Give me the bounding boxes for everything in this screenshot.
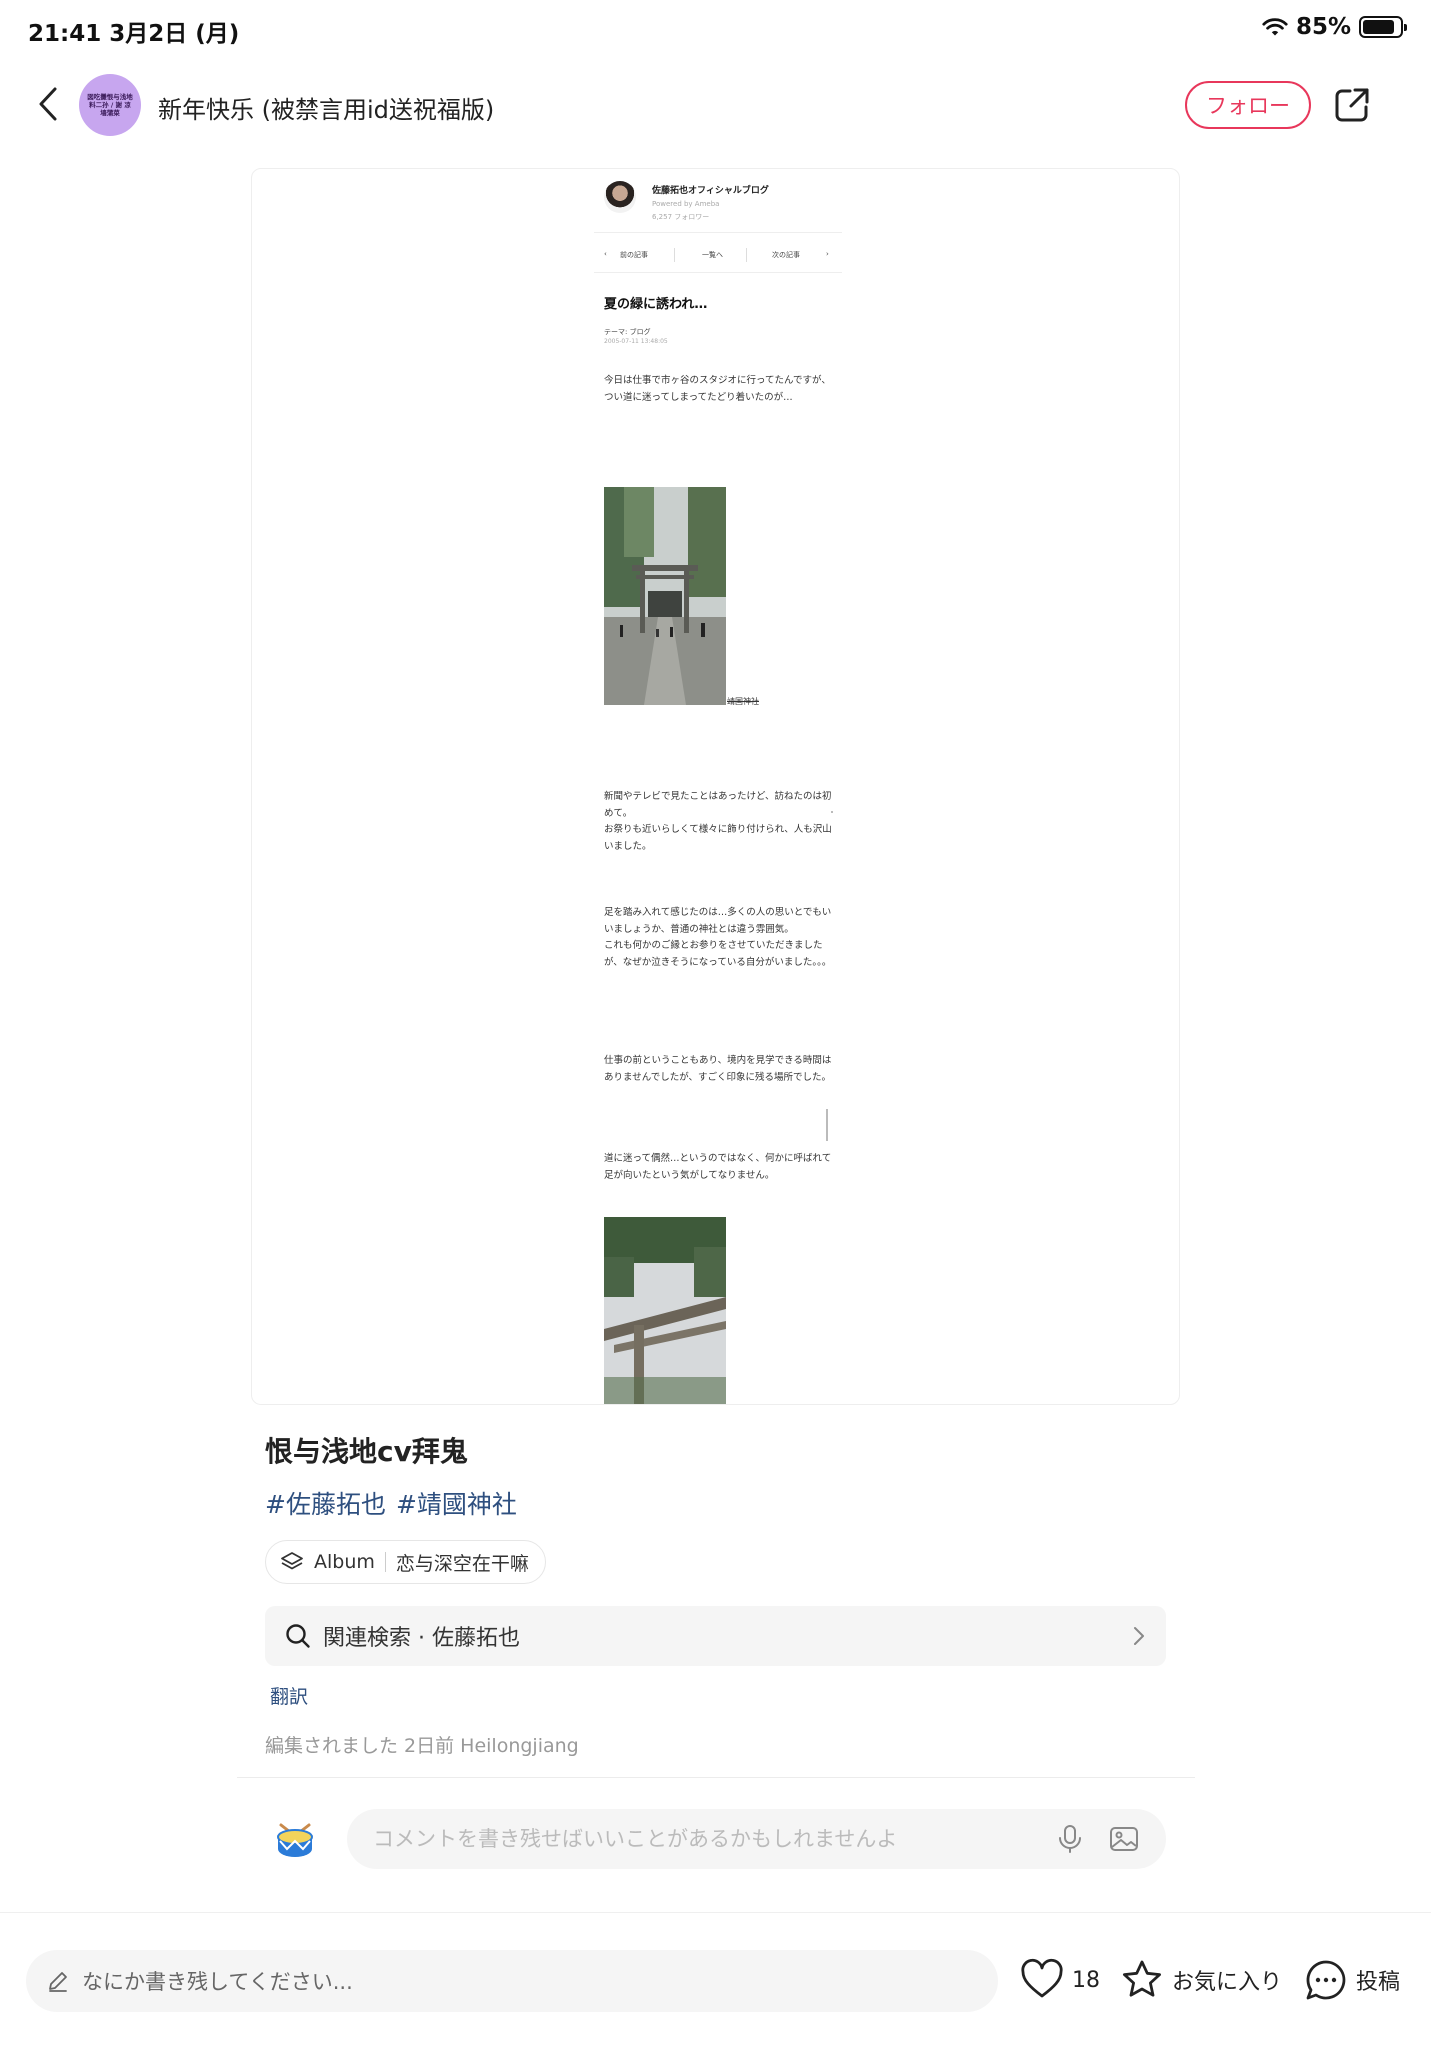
blog-nav-prev: 前の記事 <box>620 251 648 259</box>
pencil-icon <box>49 1972 67 1992</box>
status-indicators: 85% <box>1262 14 1407 40</box>
hashtag-list: #佐藤拓也 #靖國神社 <box>265 1485 517 1521</box>
back-button[interactable] <box>26 82 70 126</box>
image-icon[interactable] <box>1108 1823 1140 1855</box>
blog-screenshot: 佐藤拓也オフィシャルブログ Powered by Ameba 6,257 フォロ… <box>594 169 842 1404</box>
comment-input[interactable] <box>373 1827 1032 1851</box>
account-name[interactable]: 新年快乐 (被禁言用id送祝福版) <box>158 90 494 125</box>
follow-button[interactable]: フォロー <box>1185 81 1311 129</box>
blog-nav-next: 次の記事 <box>772 251 800 259</box>
blog-theme: テーマ: ブログ <box>604 328 651 336</box>
hashtag-link[interactable]: #佐藤拓也 <box>265 1485 386 1521</box>
blog-nav-list: 一覧へ <box>702 251 723 259</box>
blog-nav-divider <box>746 248 747 262</box>
post-header: 図吃攤恨与浅地 料二孙 / 謝 凉 墙蒲菜 新年快乐 (被禁言用id送祝福版) … <box>0 68 1431 142</box>
blog-paragraph: 道に迷って偶然…というのではなく、何かに呼ばれて足が向いたという気がしてなりませ… <box>604 1153 832 1181</box>
shrine-photo-art <box>604 487 726 705</box>
chevron-right-icon: › <box>826 250 829 258</box>
share-icon <box>1335 88 1369 122</box>
blog-timestamp: 2005-07-11 13:48:05 <box>604 338 668 345</box>
blog-nav-divider <box>674 248 675 262</box>
blog-paragraph-text: 新聞やテレビで見たことはあったけど、訪ねたのは初めて。 お祭りも近いらしくて様々… <box>604 791 832 852</box>
blog-dot <box>831 811 833 813</box>
translate-link[interactable]: 翻訳 <box>270 1682 308 1709</box>
like-button[interactable]: 18 <box>1020 1956 1100 2004</box>
battery-icon <box>1359 16 1407 38</box>
microphone-icon[interactable] <box>1054 1823 1086 1855</box>
heart-icon <box>1021 1958 1063 1998</box>
avatar[interactable]: 図吃攤恨与浅地 料二孙 / 謝 凉 墙蒲菜 <box>79 74 141 136</box>
hashtag-link[interactable]: #靖國神社 <box>396 1485 517 1521</box>
album-chip[interactable]: Album 恋与深空在干嘛 <box>265 1540 546 1584</box>
divider <box>0 1912 1431 1913</box>
back-icon <box>39 87 57 121</box>
album-label: Album <box>314 1551 375 1573</box>
album-name: 恋与深空在干嘛 <box>395 1552 529 1575</box>
blog-post-title: 夏の緑に誘われ… <box>604 297 708 312</box>
blog-header: 佐藤拓也オフィシャルブログ Powered by Ameba 6,257 フォロ… <box>594 169 842 233</box>
shrine-gate-photo <box>604 487 726 705</box>
chevron-right-icon <box>1134 1627 1144 1645</box>
status-bar: 21:41 3月2日 (月) 85% <box>0 0 1431 56</box>
torii-photo <box>604 1217 726 1404</box>
post-title: 恨与浅地cv拜鬼 <box>265 1435 468 1468</box>
drum-icon[interactable] <box>273 1817 317 1861</box>
blog-nav: ‹ 前の記事 一覧へ 次の記事 › <box>594 237 842 273</box>
album-stack-icon <box>281 1552 303 1570</box>
search-icon <box>286 1624 310 1648</box>
comment-bubble-icon <box>1306 1960 1346 2000</box>
photo-caption: 靖国神社 <box>727 697 759 706</box>
like-count: 18 <box>1072 1967 1100 1993</box>
star-icon <box>1123 1960 1161 1997</box>
blog-scroll-indicator <box>826 1109 828 1141</box>
battery-fill <box>1363 20 1394 34</box>
share-button[interactable] <box>1330 83 1374 127</box>
chevron-left-icon: ‹ <box>604 250 607 258</box>
favorite-button[interactable]: お気に入り <box>1120 1956 1282 2004</box>
related-search[interactable]: 関連検索 · 佐藤拓也 <box>265 1606 1166 1666</box>
bottom-input-placeholder: なにか書き残してください... <box>82 1970 353 1994</box>
blog-followers: 6,257 フォロワー <box>652 213 710 221</box>
battery-percent: 85% <box>1295 14 1351 40</box>
status-time: 21:41 3月2日 (月) <box>28 21 240 47</box>
wifi-icon <box>1262 18 1288 36</box>
edited-info: 編集されました 2日前 Heilongjiang <box>265 1735 579 1757</box>
torii-photo-art <box>604 1217 726 1404</box>
album-divider <box>384 1552 386 1572</box>
blog-paragraph: 仕事の前ということもあり、境内を見学できる時間はありませんでしたが、すごく印象に… <box>604 1055 832 1083</box>
related-search-label: 関連検索 · 佐藤拓也 <box>323 1626 520 1651</box>
blog-avatar <box>604 181 636 213</box>
blog-paragraph-text: 足を踏み入れて感じたのは…多くの人の思いとでもいいましょうか、普通の神社とは違う… <box>604 907 832 968</box>
favorite-label: お気に入り <box>1172 1970 1283 1995</box>
bottom-comment-input[interactable]: なにか書き残してください... <box>26 1950 998 2012</box>
post-image[interactable]: 佐藤拓也オフィシャルブログ Powered by Ameba 6,257 フォロ… <box>251 168 1180 1405</box>
post-label: 投稿 <box>1356 1970 1401 1995</box>
divider <box>237 1777 1195 1778</box>
blog-paragraph: 新聞やテレビで見たことはあったけど、訪ねたのは初めて。 お祭りも近いらしくて様々… <box>604 789 832 855</box>
blog-paragraph: 足を踏み入れて感じたのは…多くの人の思いとでもいいましょうか、普通の神社とは違う… <box>604 905 832 971</box>
blog-powered-by: Powered by Ameba <box>652 200 720 208</box>
blog-paragraph: 今日は仕事で市ヶ谷のスタジオに行ってたんですが、つい道に迷ってしまってたどり着い… <box>604 375 831 403</box>
comment-box <box>347 1809 1166 1869</box>
post-comment-button[interactable]: 投稿 <box>1304 1956 1400 2004</box>
blog-title: 佐藤拓也オフィシャルブログ <box>652 186 769 196</box>
